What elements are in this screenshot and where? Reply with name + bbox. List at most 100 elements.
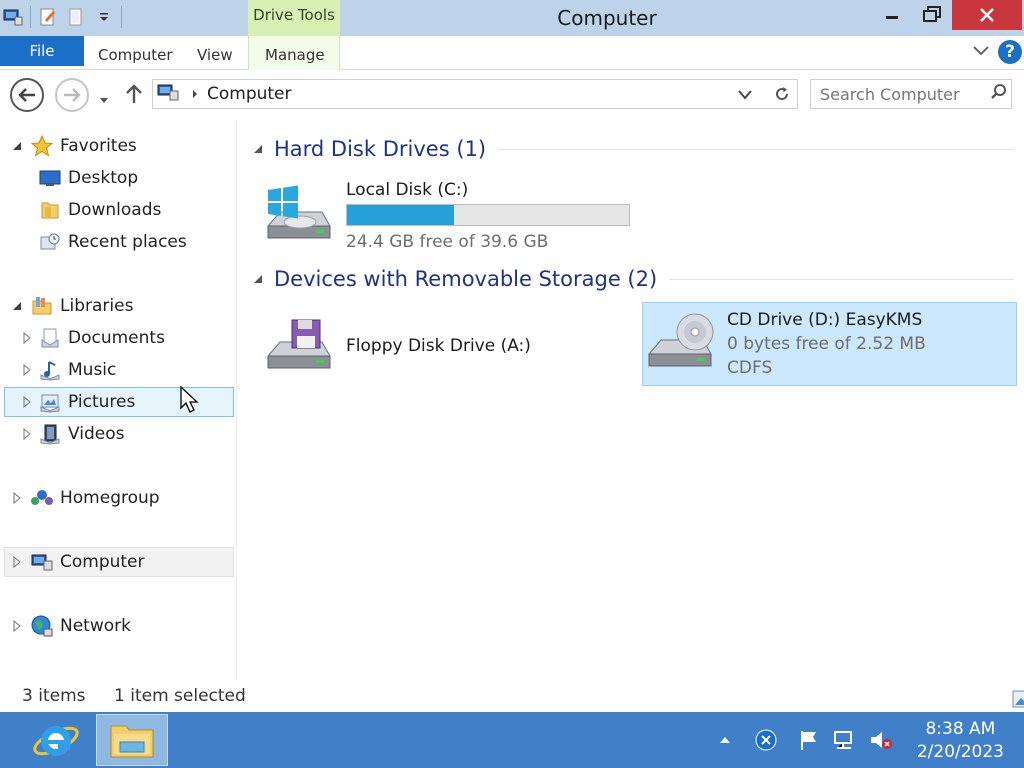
expand-arrow-icon[interactable] [12, 492, 22, 504]
clock-date: 2/20/2023 [916, 742, 1004, 762]
group-divider [498, 148, 1014, 150]
show-hidden-icons[interactable] [716, 726, 734, 754]
group-removable-storage[interactable]: Devices with Removable Storage (2) [252, 265, 1014, 293]
nav-network[interactable]: Network [4, 611, 234, 641]
search-input[interactable] [820, 81, 990, 107]
nav-desktop[interactable]: Desktop [4, 163, 234, 193]
nav-homegroup[interactable]: Homegroup [4, 483, 234, 513]
expand-arrow-icon[interactable] [12, 556, 22, 568]
collapse-arrow-icon[interactable] [252, 143, 264, 155]
new-folder-icon[interactable] [65, 6, 87, 28]
breadcrumb-computer[interactable]: Computer [207, 84, 292, 104]
minimize-icon [886, 16, 898, 19]
pane-divider [236, 120, 237, 680]
group-title: Hard Disk Drives (1) [274, 137, 487, 161]
drive-tile-c[interactable]: Local Disk (C:) 24.4 GB free of 39.6 GB [262, 178, 642, 254]
network-icon [30, 614, 54, 638]
homegroup-icon [30, 486, 54, 510]
nav-videos[interactable]: Videos [4, 419, 234, 449]
quick-access-toolbar [2, 4, 122, 30]
recent-places-icon [38, 230, 62, 254]
videos-icon [38, 422, 62, 446]
refresh-button[interactable] [766, 79, 798, 109]
file-explorer-button[interactable] [96, 714, 168, 766]
drive-c-usage-bar [346, 204, 630, 226]
tab-file[interactable]: File [0, 36, 84, 66]
nav-documents[interactable]: Documents [4, 323, 234, 353]
nav-favorites[interactable]: Favorites [4, 131, 234, 161]
computer-icon [157, 83, 179, 105]
desktop-icon [38, 166, 62, 190]
collapse-arrow-icon[interactable] [252, 273, 264, 285]
floppy-drive-icon [262, 313, 334, 379]
drive-tile-d[interactable]: CD Drive (D:) EasyKMS 0 bytes free of 2.… [642, 302, 1017, 386]
search-icon[interactable] [990, 83, 1008, 105]
minimize-button[interactable] [870, 0, 914, 30]
navigation-bar: Computer [0, 70, 1024, 120]
tab-view[interactable]: View [197, 46, 233, 64]
back-button[interactable] [10, 78, 44, 112]
up-arrow-icon[interactable] [124, 83, 144, 109]
forward-button[interactable] [55, 78, 89, 112]
tab-computer[interactable]: Computer [98, 46, 173, 64]
wired-network-icon [834, 731, 852, 749]
drive-d-details: CD Drive (D:) EasyKMS 0 bytes free of 2.… [727, 310, 926, 378]
address-bar[interactable]: Computer [152, 79, 798, 109]
computer-icon[interactable] [2, 6, 24, 28]
status-bar: 3 items 1 item selected [0, 680, 1024, 712]
nav-recent-places[interactable]: Recent places [4, 227, 234, 257]
drive-c-name: Local Disk (C:) [346, 180, 469, 200]
star-icon [30, 134, 54, 158]
action-center-icon[interactable] [796, 726, 822, 754]
ribbon-controls: ? [972, 40, 1022, 64]
ribbon: File Computer View Manage ? [0, 36, 1024, 70]
group-title: Devices with Removable Storage (2) [274, 267, 658, 291]
breadcrumb-chevron-icon[interactable] [191, 85, 199, 104]
drive-c-free-space: 24.4 GB free of 39.6 GB [346, 232, 549, 252]
libraries-icon [30, 294, 54, 318]
tray-app-icon[interactable] [752, 726, 780, 754]
close-button[interactable] [952, 0, 1022, 30]
expand-arrow-icon[interactable] [22, 332, 32, 344]
expand-arrow-icon[interactable] [22, 364, 32, 376]
title-bar[interactable]: Drive Tools Computer [0, 0, 1024, 36]
collapse-arrow-icon[interactable] [12, 140, 22, 152]
drive-a-name: Floppy Disk Drive (A:) [346, 336, 531, 356]
large-icons-view-icon[interactable] [1012, 690, 1024, 713]
downloads-folder-icon [38, 198, 62, 222]
item-count: 3 items [22, 686, 86, 706]
nav-documents-label: Documents [68, 328, 165, 348]
group-hard-disk-drives[interactable]: Hard Disk Drives (1) [252, 135, 1014, 163]
pictures-icon [38, 390, 62, 414]
mouse-cursor-icon [180, 385, 200, 418]
search-box[interactable] [810, 79, 1012, 109]
expand-arrow-icon[interactable] [22, 396, 32, 408]
network-status-icon[interactable] [832, 726, 858, 754]
properties-icon[interactable] [37, 6, 59, 28]
documents-icon [38, 326, 62, 350]
expand-arrow-icon[interactable] [22, 428, 32, 440]
file-explorer-icon [110, 725, 154, 758]
drive-tile-a[interactable]: Floppy Disk Drive (A:) [262, 310, 632, 382]
customize-toolbar-icon[interactable] [93, 6, 115, 28]
collapse-arrow-icon[interactable] [12, 300, 22, 312]
drive-d-filesystem: CDFS [727, 358, 773, 378]
expand-arrow-icon[interactable] [12, 620, 22, 632]
nav-downloads[interactable]: Downloads [4, 195, 234, 225]
nav-music[interactable]: Music [4, 355, 234, 385]
expand-ribbon-icon[interactable] [972, 43, 990, 62]
muted-speaker-icon [871, 732, 892, 749]
recent-locations-icon[interactable] [98, 90, 110, 109]
help-button[interactable]: ? [998, 40, 1022, 64]
music-icon [38, 358, 62, 382]
nav-libraries[interactable]: Libraries [4, 291, 234, 321]
selection-count: 1 item selected [114, 686, 246, 706]
clock[interactable]: 8:38 AM 2/20/2023 [917, 718, 1004, 764]
address-dropdown-icon[interactable] [737, 87, 753, 106]
internet-explorer-button[interactable] [20, 714, 92, 766]
nav-homegroup-label: Homegroup [60, 488, 160, 508]
nav-computer[interactable]: Computer [4, 547, 234, 577]
restore-button[interactable] [914, 0, 950, 30]
volume-icon[interactable] [868, 726, 894, 754]
tab-manage[interactable]: Manage [265, 46, 325, 64]
